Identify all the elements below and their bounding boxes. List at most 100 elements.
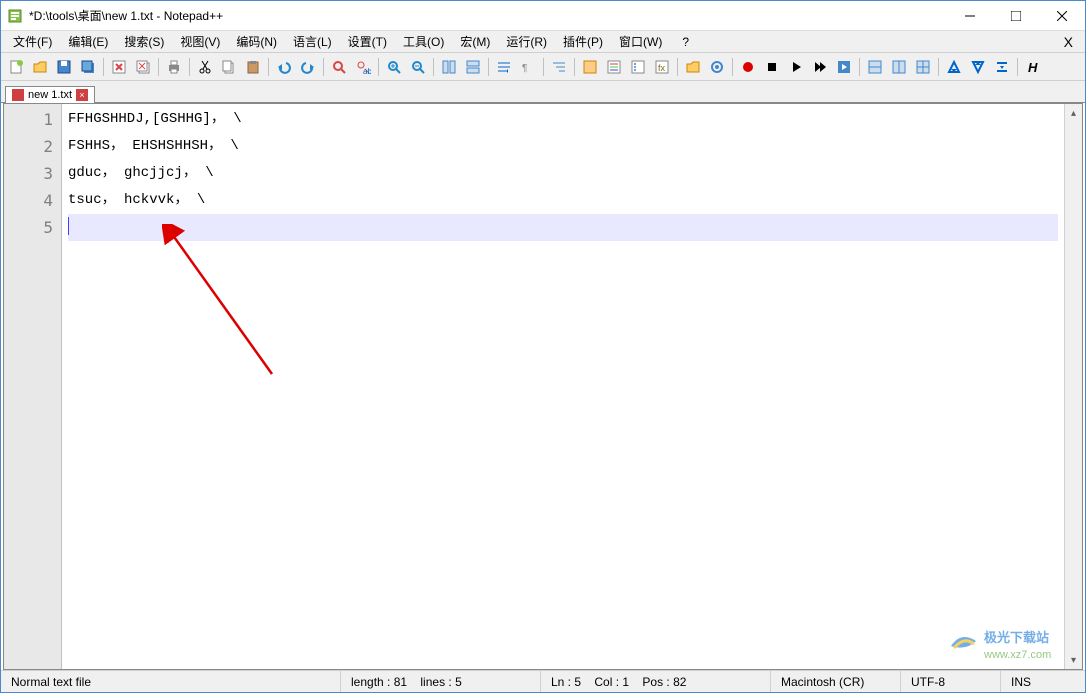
open-file-icon[interactable]: [29, 56, 51, 78]
tab-bar: new 1.txt ×: [1, 81, 1085, 103]
menu-file[interactable]: 文件(F): [5, 31, 60, 52]
line-number: 1: [4, 106, 53, 133]
save-macro-icon[interactable]: [833, 56, 855, 78]
toolbar-separator: [574, 58, 575, 76]
tab-label: new 1.txt: [28, 89, 72, 101]
toolbar-separator: [378, 58, 379, 76]
editor-line[interactable]: tsuc， hckvvk， \: [68, 187, 1058, 214]
close-all-icon[interactable]: [132, 56, 154, 78]
status-encoding: UTF-8: [901, 671, 1001, 692]
menu-macro[interactable]: 宏(M): [452, 31, 498, 52]
save-all-icon[interactable]: [77, 56, 99, 78]
func-list-icon[interactable]: fx: [651, 56, 673, 78]
folder-icon[interactable]: [682, 56, 704, 78]
vertical-scrollbar[interactable]: ▴ ▾: [1064, 104, 1082, 669]
replace-icon[interactable]: ab: [352, 56, 374, 78]
line-number: 5: [4, 214, 53, 241]
editor-area: 12345 FFHGSHHDJ,[GSHHG]， \FSHHS， EHSHSHH…: [3, 103, 1083, 670]
record-icon[interactable]: [737, 56, 759, 78]
menu-language[interactable]: 语言(L): [285, 31, 340, 52]
compare1-icon[interactable]: [864, 56, 886, 78]
menubar-x[interactable]: X: [1056, 34, 1081, 50]
undo-icon[interactable]: [273, 56, 295, 78]
status-eol: Macintosh (CR): [771, 671, 901, 692]
stop-icon[interactable]: [761, 56, 783, 78]
scroll-down-icon[interactable]: ▾: [1065, 651, 1082, 669]
scroll-up-icon[interactable]: ▴: [1065, 104, 1082, 122]
cut-icon[interactable]: [194, 56, 216, 78]
close-file-icon[interactable]: [108, 56, 130, 78]
editor-line[interactable]: FSHHS， EHSHSHHSH， \: [68, 133, 1058, 160]
file-tab[interactable]: new 1.txt ×: [5, 86, 95, 103]
toolbar-separator: [1017, 58, 1018, 76]
play-multi-icon[interactable]: [809, 56, 831, 78]
lang-user-icon[interactable]: [579, 56, 601, 78]
h-icon-icon[interactable]: H: [1022, 56, 1044, 78]
toolbar-separator: [677, 58, 678, 76]
menu-plugins[interactable]: 插件(P): [555, 31, 611, 52]
indent-guide-icon[interactable]: [548, 56, 570, 78]
close-button[interactable]: [1039, 1, 1085, 31]
menu-view[interactable]: 视图(V): [172, 31, 228, 52]
line-number: 4: [4, 187, 53, 214]
save-file-icon[interactable]: [53, 56, 75, 78]
toolbar: ab ¶ fx H: [1, 53, 1085, 81]
menu-tools[interactable]: 工具(O): [395, 31, 452, 52]
zoom-out-icon[interactable]: [407, 56, 429, 78]
monitor-icon[interactable]: [706, 56, 728, 78]
toolbar-separator: [732, 58, 733, 76]
text-editor[interactable]: FFHGSHHDJ,[GSHHG]， \FSHHS， EHSHSHHSH， \g…: [62, 104, 1064, 669]
line-number: 2: [4, 133, 53, 160]
redo-icon[interactable]: [297, 56, 319, 78]
menu-window[interactable]: 窗口(W): [611, 31, 670, 52]
menu-run[interactable]: 运行(R): [498, 31, 555, 52]
spell3-icon[interactable]: [991, 56, 1013, 78]
doc-map-icon[interactable]: [603, 56, 625, 78]
status-position: Ln : 5 Col : 1 Pos : 82: [541, 671, 771, 692]
toolbar-separator: [859, 58, 860, 76]
tab-unsaved-icon: [12, 89, 24, 101]
app-icon: [7, 8, 23, 24]
menu-help[interactable]: ?: [674, 33, 697, 51]
minimize-button[interactable]: [947, 1, 993, 31]
title-bar: *D:\tools\桌面\new 1.txt - Notepad++: [1, 1, 1085, 31]
copy-icon[interactable]: [218, 56, 240, 78]
editor-line[interactable]: [68, 214, 1058, 241]
toolbar-separator: [433, 58, 434, 76]
toolbar-separator: [189, 58, 190, 76]
compare2-icon[interactable]: [888, 56, 910, 78]
toolbar-separator: [268, 58, 269, 76]
doc-list-icon[interactable]: [627, 56, 649, 78]
toolbar-separator: [488, 58, 489, 76]
spell2-icon[interactable]: [967, 56, 989, 78]
sync-h-icon[interactable]: [462, 56, 484, 78]
menu-edit[interactable]: 编辑(E): [60, 31, 116, 52]
editor-line[interactable]: gduc， ghcjjcj， \: [68, 160, 1058, 187]
window-controls: [947, 1, 1085, 31]
sync-v-icon[interactable]: [438, 56, 460, 78]
menu-search[interactable]: 搜索(S): [116, 31, 172, 52]
svg-text:¶: ¶: [522, 63, 527, 74]
play-icon[interactable]: [785, 56, 807, 78]
show-all-icon[interactable]: ¶: [517, 56, 539, 78]
toolbar-separator: [103, 58, 104, 76]
annotation-arrow: [162, 224, 282, 384]
print-icon[interactable]: [163, 56, 185, 78]
menu-encoding[interactable]: 编码(N): [228, 31, 285, 52]
maximize-button[interactable]: [993, 1, 1039, 31]
svg-text:H: H: [1028, 60, 1038, 75]
word-wrap-icon[interactable]: [493, 56, 515, 78]
compare3-icon[interactable]: [912, 56, 934, 78]
find-icon[interactable]: [328, 56, 350, 78]
status-ins: INS: [1001, 671, 1085, 692]
menu-settings[interactable]: 设置(T): [340, 31, 395, 52]
toolbar-separator: [938, 58, 939, 76]
new-file-icon[interactable]: [5, 56, 27, 78]
toolbar-separator: [543, 58, 544, 76]
toolbar-separator: [323, 58, 324, 76]
spell1-icon[interactable]: [943, 56, 965, 78]
tab-close-icon[interactable]: ×: [76, 89, 88, 101]
zoom-in-icon[interactable]: [383, 56, 405, 78]
paste-icon[interactable]: [242, 56, 264, 78]
editor-line[interactable]: FFHGSHHDJ,[GSHHG]， \: [68, 106, 1058, 133]
